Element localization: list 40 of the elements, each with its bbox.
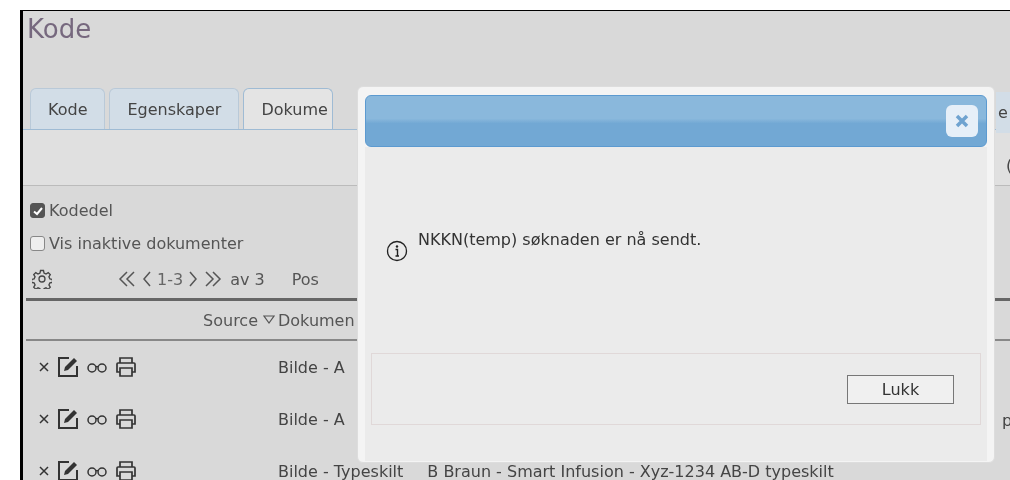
print-icon[interactable]: [114, 407, 138, 431]
table-cell: B Braun - Smart Infusion - Xyz-1234 AB-D typeskilt: [427, 461, 834, 480]
last-page-icon[interactable]: [203, 269, 224, 289]
close-icon[interactable]: [38, 413, 50, 425]
glasses-icon[interactable]: [86, 361, 108, 373]
pager-label: Pos: [291, 269, 319, 289]
checkbox[interactable]: [30, 236, 45, 251]
page-total: av 3: [230, 269, 265, 289]
tab[interactable]: Egenskaper: [109, 88, 240, 129]
checkbox[interactable]: [30, 203, 45, 218]
edit-icon[interactable]: [56, 407, 80, 431]
checkbox-label: Kodedel: [49, 201, 113, 220]
table-cell: Bilde - A: [278, 409, 345, 429]
table-cell: Bilde - Typeskilt: [278, 461, 404, 480]
settings-icon[interactable]: [32, 269, 52, 289]
page-range: 1-3: [157, 269, 184, 289]
next-page-icon[interactable]: [188, 269, 199, 289]
checkbox-label: Vis inaktive dokumenter: [49, 234, 244, 253]
column-header[interactable]: Source: [203, 310, 258, 330]
edit-icon[interactable]: [56, 355, 80, 379]
print-icon[interactable]: [114, 355, 138, 379]
tab[interactable]: Kode: [30, 88, 106, 129]
previous-page-icon[interactable]: [142, 269, 152, 289]
close-icon[interactable]: [38, 465, 50, 477]
dialog-message: NKKN(temp) søknaden er nå sendt.: [418, 230, 702, 249]
tab[interactable]: Dokume: [243, 88, 334, 129]
close-icon: [954, 113, 970, 129]
glasses-icon[interactable]: [86, 465, 108, 477]
page-title: Kode: [26, 13, 93, 46]
table-cell: Bilde - A: [278, 357, 345, 377]
print-icon[interactable]: [114, 459, 138, 480]
column-header[interactable]: Dokumen: [278, 310, 355, 330]
first-page-icon[interactable]: [117, 269, 137, 289]
info-icon: [386, 240, 408, 262]
tab[interactable]: e: [996, 92, 1010, 133]
glasses-icon[interactable]: [86, 413, 108, 425]
close-button[interactable]: Lukk: [847, 374, 954, 404]
sort-icon[interactable]: [263, 315, 275, 325]
close-icon[interactable]: [38, 361, 50, 373]
edit-icon[interactable]: [56, 459, 80, 480]
